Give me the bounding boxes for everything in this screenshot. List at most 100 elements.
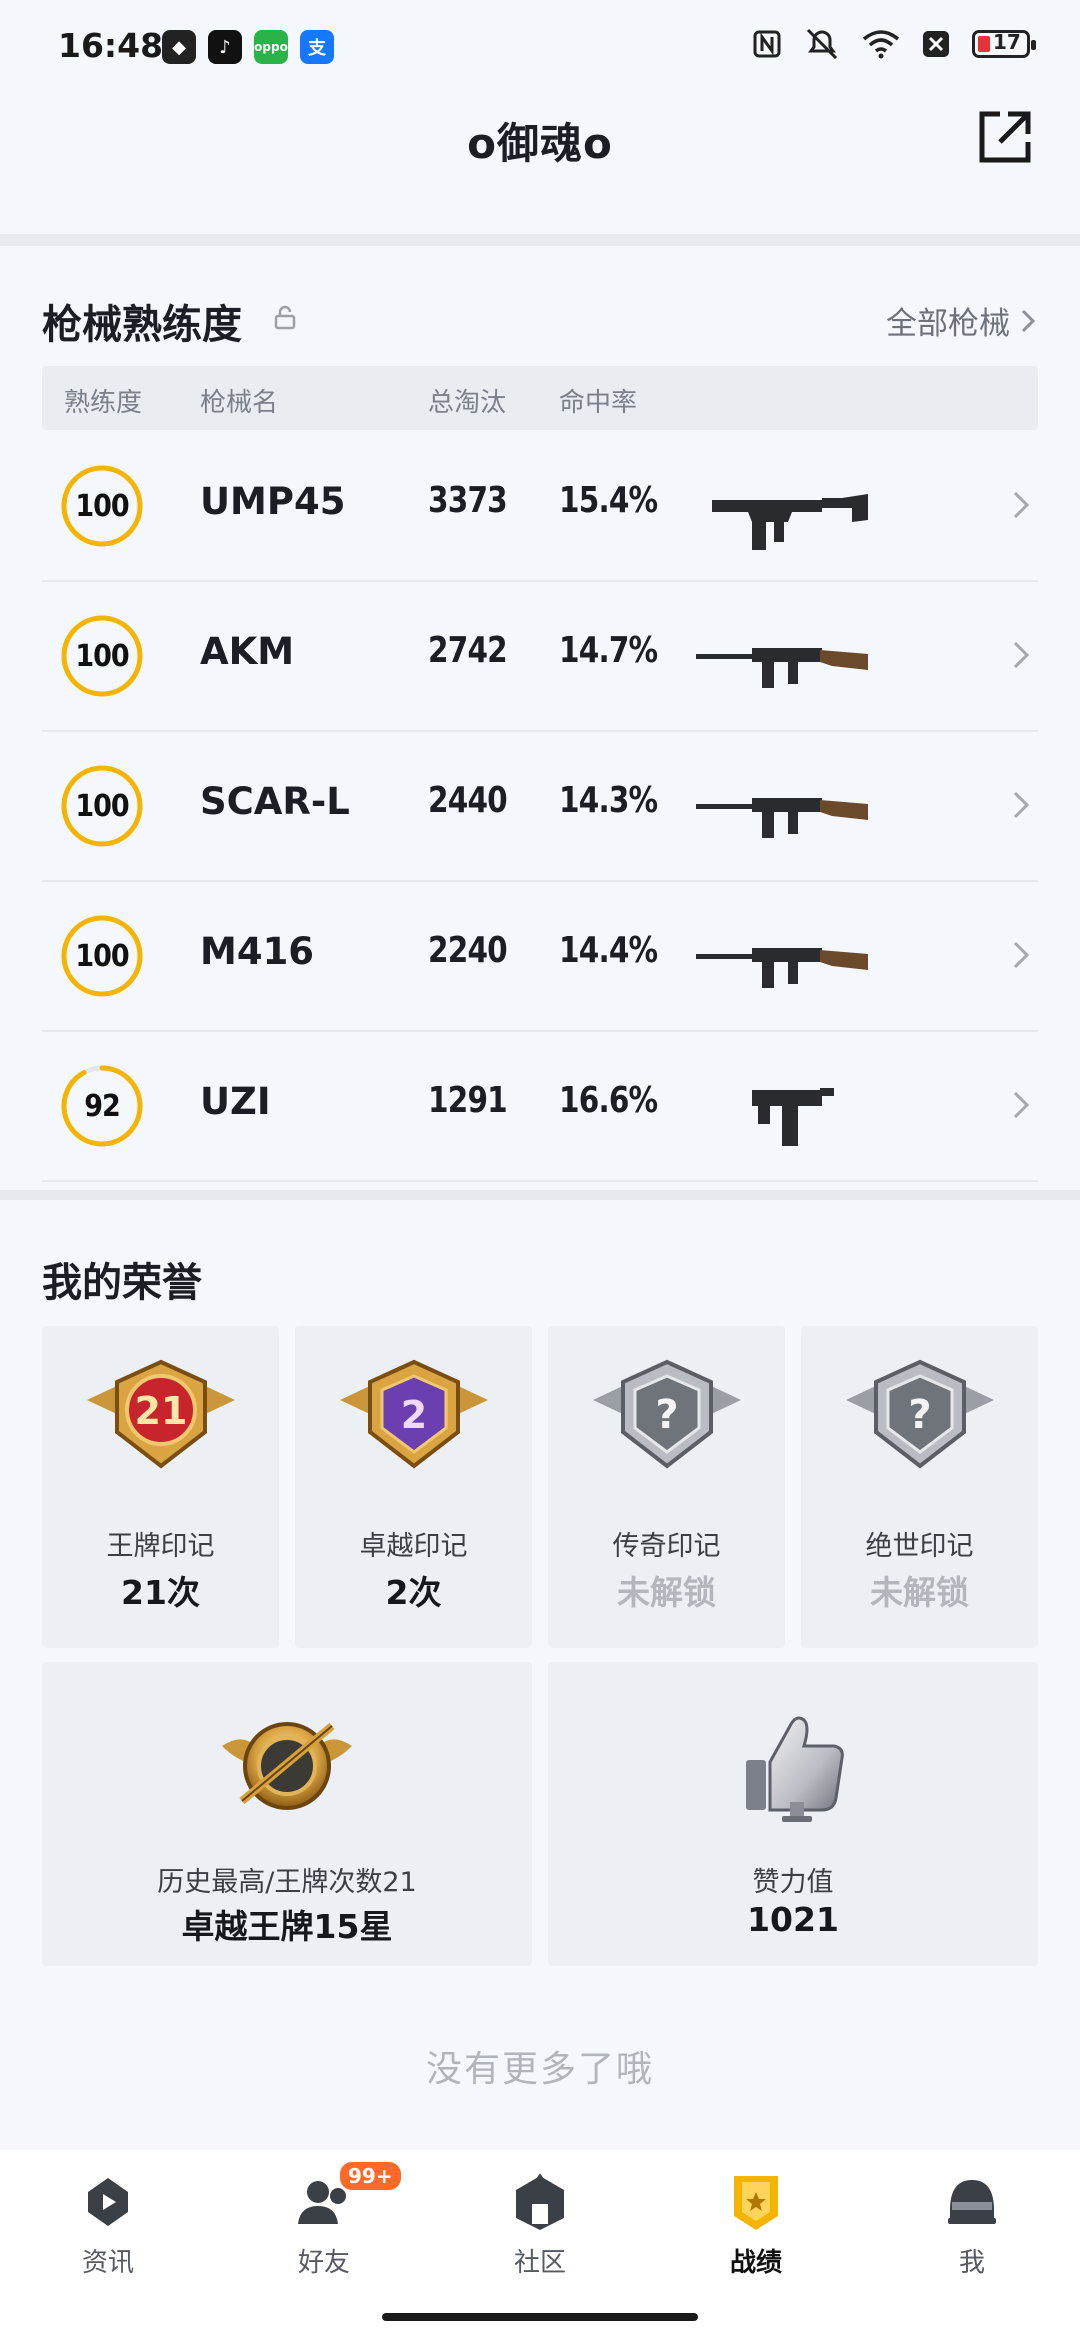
status-indicators: 17	[752, 28, 1036, 60]
honor-mark-card[interactable]: ? 传奇印记未解锁	[548, 1326, 785, 1648]
chevron-right-icon	[1013, 1091, 1030, 1119]
proficiency-value: 92	[84, 1088, 121, 1124]
weapon-accuracy: 14.4%	[559, 930, 658, 971]
locked-medal-icon: ?	[592, 1359, 741, 1469]
share-button[interactable]	[974, 106, 1036, 168]
home-indicator[interactable]	[382, 2313, 698, 2321]
honor-mark-name: 传奇印记	[612, 1531, 721, 1562]
weapon-name: M416	[200, 930, 315, 973]
status-time: 16:48	[58, 26, 164, 65]
honor-mark-card[interactable]: 2 卓越印记 2次	[295, 1326, 532, 1648]
proficiency-value: 100	[75, 938, 129, 974]
weapon-kills: 2742	[428, 630, 508, 671]
honor-mark-value: 未解锁	[870, 1573, 969, 1612]
all-weapons-link[interactable]: 全部枪械	[886, 298, 1036, 343]
wifi-icon	[862, 30, 900, 59]
status-bar: 16:48 ◆ ♪ oppo 支 17	[0, 0, 1080, 96]
col-kills: 总淘汰	[428, 388, 507, 418]
svg-text:2: 2	[400, 1393, 426, 1437]
chevron-right-icon	[1021, 309, 1036, 332]
page-header: o御魂o	[0, 96, 1080, 234]
chevron-right-icon	[1013, 791, 1030, 819]
nav-item-me[interactable]: 我	[902, 2172, 1042, 2292]
bottom-nav: 资讯 99+ 好友 社区 战绩 我	[0, 2150, 1080, 2340]
proficiency-value: 100	[75, 638, 129, 674]
nav-label-community: 社区	[513, 2248, 566, 2278]
weapon-name: UZI	[200, 1080, 271, 1123]
locked-medal-icon: ?	[845, 1359, 994, 1469]
alipay-icon: 支	[300, 30, 334, 64]
news-icon	[88, 2178, 128, 2226]
weapon-section-title: 枪械熟练度	[42, 302, 242, 348]
all-weapons-label: 全部枪械	[886, 306, 1010, 342]
svg-text:?: ?	[655, 1392, 678, 1438]
col-accuracy: 命中率	[559, 388, 638, 418]
weapon-row[interactable]: 100 UMP45 3373 15.4%	[42, 430, 1038, 582]
weapon-row[interactable]: 100 AKM 2742 14.7%	[42, 580, 1038, 732]
weapon-kills: 3373	[428, 480, 508, 521]
helmet-icon	[948, 2180, 996, 2224]
honor-mark-name: 卓越印记	[359, 1531, 468, 1562]
chevron-right-icon	[1013, 641, 1030, 669]
svg-text:?: ?	[908, 1392, 931, 1438]
app-shield-icon: ◆	[162, 30, 196, 64]
chevron-right-icon	[1013, 491, 1030, 519]
battery-level: 17	[993, 30, 1021, 54]
likes-value: 1021	[747, 1900, 839, 1939]
honor-mark-value: 未解锁	[617, 1573, 716, 1612]
svg-text:21: 21	[134, 1389, 187, 1433]
highest-rank-card[interactable]: 历史最高/王牌次数21 卓越王牌15星	[42, 1662, 532, 1966]
battery-icon: 17	[972, 30, 1036, 58]
chevron-right-icon	[1013, 941, 1030, 969]
weapon-row[interactable]: 100 SCAR-L 2440 14.3%	[42, 730, 1038, 882]
nav-item-friends[interactable]: 99+ 好友	[254, 2162, 401, 2292]
proficiency-value: 100	[75, 788, 129, 824]
weapon-table-header: 熟练度 枪械名 总淘汰 命中率	[42, 366, 1038, 430]
weapon-accuracy: 15.4%	[559, 480, 658, 521]
weapon-accuracy: 16.6%	[559, 1080, 658, 1121]
smg-icon	[712, 494, 868, 550]
oppo-app-icon: oppo	[254, 30, 288, 64]
honor-mark-card[interactable]: ? 绝世印记 未解锁	[801, 1326, 1038, 1648]
nav-item-stats[interactable]: 战绩	[686, 2172, 826, 2292]
nav-item-community[interactable]: 社区	[470, 2172, 610, 2292]
weapon-row[interactable]: 100 M416 2240 14.4%	[42, 880, 1038, 1032]
nav-item-news[interactable]: 资讯	[38, 2172, 178, 2292]
weapon-kills: 1291	[428, 1080, 508, 1121]
page-title: o御魂o	[467, 119, 613, 168]
weapon-kills: 2240	[428, 930, 508, 971]
honor-section-title: 我的荣誉	[42, 1260, 202, 1306]
highest-rank-medal-icon	[222, 1722, 352, 1810]
thumbs-up-icon	[746, 1716, 844, 1822]
section-divider	[0, 234, 1080, 246]
honor-mark-card[interactable]: 21 王牌印记 21次	[42, 1326, 279, 1648]
honor-mark-value: 21次	[121, 1573, 200, 1612]
proficiency-value: 100	[75, 488, 129, 524]
lock-icon	[274, 305, 296, 330]
weapon-accuracy: 14.3%	[559, 780, 658, 821]
status-app-icons: ◆ ♪ oppo 支	[162, 30, 334, 64]
no-more-text: 没有更多了哦	[425, 2049, 654, 2090]
rifle-icon	[696, 798, 868, 838]
weapon-row[interactable]: 92 UZI 1291 16.6%	[42, 1030, 1038, 1182]
community-icon	[516, 2173, 564, 2230]
honor-mark-value: 2次	[385, 1573, 442, 1612]
pistol-smg-icon	[752, 1088, 834, 1146]
section-divider	[0, 1190, 1080, 1200]
nav-label-news: 资讯	[81, 2248, 134, 2278]
nfc-icon	[753, 30, 781, 58]
tiktok-icon: ♪	[208, 30, 242, 64]
stats-icon	[734, 2176, 778, 2230]
nav-label-me: 我	[958, 2248, 985, 2278]
weapon-name: UMP45	[200, 480, 346, 523]
medal-icon: 2	[339, 1359, 488, 1469]
nav-label-friends: 好友	[297, 2248, 350, 2278]
highest-rank-label: 历史最高/王牌次数21	[157, 1867, 417, 1898]
friends-badge: 99+	[340, 2162, 401, 2190]
likes-card[interactable]: 赞力值 1021	[548, 1662, 1038, 1966]
highest-rank-value: 卓越王牌15星	[181, 1907, 393, 1946]
weapon-name: AKM	[200, 630, 295, 673]
rifle-icon	[696, 648, 868, 688]
rifle-icon	[696, 948, 868, 988]
mute-icon	[806, 28, 838, 60]
